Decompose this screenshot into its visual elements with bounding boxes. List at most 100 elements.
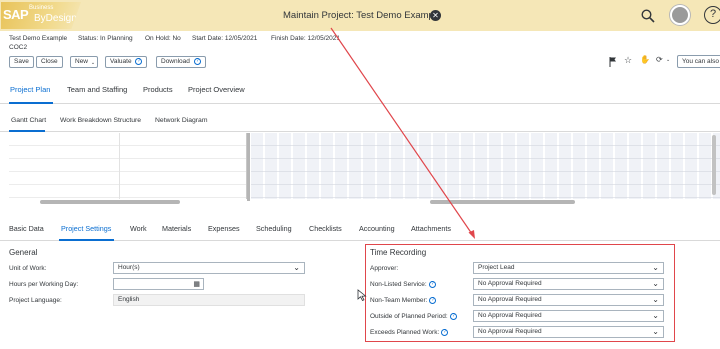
gantt-task-table: [9, 133, 247, 199]
sub-tab-bar: Gantt Chart Work Breakdown Structure Net…: [0, 104, 720, 132]
chevron-down-icon: ⌄: [652, 263, 659, 272]
download-button-label: Download: [161, 58, 190, 65]
valuate-help-icon: ?: [135, 57, 143, 65]
tab-project-overview[interactable]: Project Overview: [188, 85, 245, 94]
chevron-down-icon: ⌄: [652, 295, 659, 304]
outside-planned-period-value: No Approval Required: [478, 312, 542, 319]
non-listed-service-select[interactable]: No Approval Required ⌄: [473, 278, 664, 290]
non-team-member-help-icon[interactable]: ?: [429, 297, 437, 304]
tab-checklists[interactable]: Checklists: [309, 224, 342, 233]
calendar-icon[interactable]: ▦: [193, 280, 200, 290]
window-title: Maintain Project: Test Demo Example: [283, 10, 442, 21]
gantt-timeline-rows: [251, 133, 720, 199]
approver-select[interactable]: Project Lead ⌄: [473, 262, 664, 274]
tab-accounting[interactable]: Accounting: [359, 224, 395, 233]
outside-planned-period-select[interactable]: No Approval Required ⌄: [473, 310, 664, 322]
download-button[interactable]: Download ?: [156, 56, 206, 68]
logo-business-text: Business: [29, 5, 54, 11]
main-tab-bar: Project Plan Team and Staffing Products …: [0, 73, 720, 104]
tab-materials[interactable]: Materials: [162, 224, 191, 233]
gantt-splitter-handle[interactable]: [247, 133, 250, 201]
on-hold-text: On Hold: No: [145, 35, 181, 42]
shell-bar: SAP Business ByDesign Maintain Project: …: [0, 0, 720, 31]
gantt-column-separator: [119, 133, 120, 199]
non-listed-service-label-text: Non-Listed Service:: [370, 281, 427, 289]
non-team-member-select[interactable]: No Approval Required ⌄: [473, 294, 664, 306]
tab-work-breakdown-structure[interactable]: Work Breakdown Structure: [60, 117, 141, 124]
project-language-label: Project Language:: [9, 297, 62, 304]
dropdown-chevron-icon: ⌄: [90, 60, 96, 66]
valuate-button[interactable]: Valuate ?: [105, 56, 148, 68]
gantt-chart-area: [0, 133, 720, 204]
general-section-title: General: [9, 248, 38, 257]
sap-logo[interactable]: SAP Business ByDesign: [1, 2, 81, 29]
timeline-horizontal-scrollbar[interactable]: [430, 200, 575, 204]
non-team-member-label: Non-Team Member:?: [370, 297, 437, 305]
approver-label: Approver:: [370, 265, 399, 272]
outside-planned-period-label-text: Outside of Planned Period:: [370, 313, 448, 321]
tab-project-settings[interactable]: Project Settings: [61, 224, 111, 233]
tab-scheduling[interactable]: Scheduling: [256, 224, 292, 233]
outside-planned-period-help-icon[interactable]: ?: [449, 313, 457, 320]
outside-planned-period-label: Outside of Planned Period:?: [370, 313, 457, 320]
hours-per-working-day-label: Hours per Working Day:: [9, 281, 79, 288]
hours-per-working-day-input[interactable]: ▦: [113, 278, 204, 290]
unit-of-work-label: Unit of Work:: [9, 265, 47, 272]
tab-work[interactable]: Work: [130, 224, 147, 233]
time-recording-title: Time Recording: [370, 248, 427, 257]
tab-products[interactable]: Products: [143, 85, 173, 94]
approver-value: Project Lead: [478, 264, 515, 271]
tab-attachments[interactable]: Attachments: [411, 224, 451, 233]
project-language-field: English: [113, 294, 305, 306]
tab-team-and-staffing[interactable]: Team and Staffing: [67, 85, 127, 94]
active-subtab-indicator: [9, 130, 45, 132]
non-listed-service-value: No Approval Required: [478, 280, 542, 287]
status-text: Status: In Planning: [78, 35, 133, 42]
download-help-icon: ?: [193, 57, 201, 65]
close-button[interactable]: Close: [36, 56, 63, 68]
tab-project-plan[interactable]: Project Plan: [10, 85, 50, 94]
personalize-icon[interactable]: ✋: [640, 55, 650, 64]
logo-sap-text: SAP: [3, 7, 29, 22]
refresh-dropdown-chevron-icon[interactable]: ⌄: [666, 57, 670, 63]
exceeds-planned-work-help-icon[interactable]: ?: [441, 329, 449, 336]
tab-expenses[interactable]: Expenses: [208, 224, 240, 233]
unit-of-work-value: Hour(s): [118, 264, 140, 271]
exceeds-planned-work-label-text: Exceeds Planned Work:: [370, 329, 440, 337]
new-button-label: New: [75, 58, 89, 65]
search-icon[interactable]: [641, 9, 655, 23]
favorite-star-icon[interactable]: ☆: [624, 55, 632, 66]
tab-gantt-chart[interactable]: Gantt Chart: [11, 117, 46, 124]
exceeds-planned-work-select[interactable]: No Approval Required ⌄: [473, 326, 664, 338]
non-listed-service-help-icon[interactable]: ?: [428, 281, 436, 288]
unit-of-work-select[interactable]: Hour(s) ⌄: [113, 262, 305, 274]
exceeds-planned-work-value: No Approval Required: [478, 328, 542, 335]
save-button[interactable]: Save: [9, 56, 34, 68]
table-horizontal-scrollbar[interactable]: [40, 200, 180, 204]
refresh-icon[interactable]: ⟳: [656, 55, 663, 64]
help-icon[interactable]: ?: [704, 6, 720, 24]
valuate-button-label: Valuate: [110, 58, 132, 65]
tab-network-diagram[interactable]: Network Diagram: [155, 117, 208, 124]
project-id: COC2: [9, 44, 28, 51]
non-team-member-value: No Approval Required: [478, 296, 542, 303]
chevron-down-icon: ⌄: [293, 263, 300, 272]
start-date-text: Start Date: 12/05/2021: [192, 35, 258, 42]
non-team-member-label-text: Non-Team Member:: [370, 297, 428, 305]
user-avatar[interactable]: [670, 5, 690, 25]
tab-basic-data[interactable]: Basic Data: [9, 224, 44, 233]
chevron-down-icon: ⌄: [652, 327, 659, 336]
active-section-indicator: [59, 239, 114, 241]
non-listed-service-label: Non-Listed Service:?: [370, 281, 436, 288]
chevron-down-icon: ⌄: [652, 279, 659, 288]
you-can-also-dropdown[interactable]: You can also: [677, 55, 720, 68]
chevron-down-icon: ⌄: [652, 311, 659, 320]
logo-bydesign-text: ByDesign: [34, 13, 77, 24]
flag-icon[interactable]: [609, 57, 617, 67]
exceeds-planned-work-label: Exceeds Planned Work:?: [370, 329, 449, 337]
timeline-vertical-scrollbar[interactable]: [712, 135, 716, 195]
mouse-cursor-icon: [357, 289, 367, 301]
close-icon[interactable]: ✕: [430, 10, 441, 21]
new-button[interactable]: New ⌄: [70, 56, 99, 68]
finish-date-text: Finish Date: 12/05/2021: [271, 35, 341, 42]
